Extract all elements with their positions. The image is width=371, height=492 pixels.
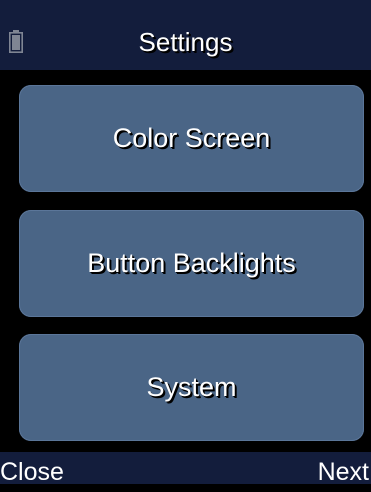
button-backlights-label: Button Backlights [87, 248, 296, 278]
status-bar: Settings [0, 0, 371, 70]
close-softkey[interactable]: Close [0, 452, 64, 486]
system-label: System [146, 372, 237, 402]
system-button[interactable]: System [19, 334, 364, 441]
color-screen-button[interactable]: Color Screen [19, 85, 364, 192]
page-title: Settings [138, 27, 233, 57]
next-softkey[interactable]: Next [318, 452, 369, 486]
color-screen-label: Color Screen [112, 123, 271, 153]
settings-menu: Color Screen Button Backlights System [0, 70, 371, 452]
softkey-bar: Close Next [0, 452, 371, 486]
button-backlights-button[interactable]: Button Backlights [19, 210, 364, 317]
